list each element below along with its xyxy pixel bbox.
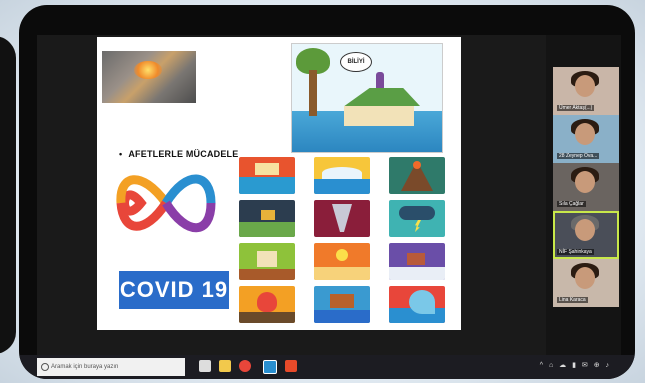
participant-name: 28 Zeynep Ova... <box>557 153 600 159</box>
disaster-photo <box>102 51 196 103</box>
tsunami-icon <box>314 157 370 194</box>
infinity-cycle-icon <box>116 174 216 233</box>
sinkhole-icon <box>314 286 370 323</box>
screen: BİLİYİ • AFETLERLE MÜCADELE COVID 19 Üme… <box>37 35 621 355</box>
search-placeholder: Aramak için buraya yazın <box>51 364 119 370</box>
participant-name: Ümer Aktaş(...) <box>557 105 595 111</box>
volcano-icon <box>389 157 445 194</box>
office-icon[interactable] <box>285 360 297 372</box>
wave-icon <box>389 286 445 323</box>
earthquake-house-icon <box>239 243 295 280</box>
participant-tile-active-speaker[interactable]: NİF Şahinkaya <box>553 211 619 259</box>
wildfire-icon <box>239 286 295 323</box>
file-explorer-icon[interactable] <box>219 360 231 372</box>
landslide-icon <box>239 200 295 237</box>
participant-sidebar: Ümer Aktaş(...) 28 Zeynep Ova... Sıla Ça… <box>546 35 621 355</box>
avalanche-icon <box>389 243 445 280</box>
participant-tile[interactable]: 28 Zeynep Ova... <box>553 115 619 163</box>
slide-bullet-title: • AFETLERLE MÜCADELE <box>119 149 238 159</box>
flood-icon <box>239 157 295 194</box>
speech-bubble: BİLİYİ <box>340 52 372 72</box>
bullet-title-text: AFETLERLE MÜCADELE <box>128 149 239 159</box>
tree-icon <box>296 48 330 118</box>
participant-tile[interactable]: Ümer Aktaş(...) <box>553 67 619 115</box>
house-icon <box>336 88 420 126</box>
taskbar-search-input[interactable]: Aramak için buraya yazın <box>37 358 185 376</box>
task-view-icon[interactable] <box>199 360 211 372</box>
zoom-app-icon[interactable] <box>263 360 277 374</box>
participant-name: Sıla Çağlar <box>557 201 586 207</box>
chrome-icon[interactable] <box>239 360 251 372</box>
fire-icon <box>134 61 162 79</box>
participant-tile[interactable]: Lina Karaca <box>553 259 619 307</box>
taskbar: Aramak için buraya yazın ^ ⌂ ☁ ▮ ✉ ⊕ ♪ <box>19 355 635 379</box>
participant-tile[interactable]: Sıla Çağlar <box>553 163 619 211</box>
participant-name: NİF Şahinkaya <box>557 249 594 255</box>
system-tray[interactable]: ^ ⌂ ☁ ▮ ✉ ⊕ ♪ <box>540 361 611 369</box>
bullet-dot-icon: • <box>119 149 123 159</box>
monitor: BİLİYİ • AFETLERLE MÜCADELE COVID 19 Üme… <box>19 5 635 379</box>
person-icon <box>376 72 384 88</box>
search-icon <box>41 363 49 371</box>
storm-icon <box>389 200 445 237</box>
presentation-slide: BİLİYİ • AFETLERLE MÜCADELE COVID 19 <box>97 37 461 330</box>
disaster-icon-grid <box>237 157 457 329</box>
flood-cartoon: BİLİYİ <box>291 43 443 153</box>
drought-icon <box>314 243 370 280</box>
left-monitor-edge <box>0 36 16 354</box>
tornado-icon <box>314 200 370 237</box>
covid-banner: COVID 19 <box>119 271 229 309</box>
participant-name: Lina Karaca <box>557 297 588 303</box>
